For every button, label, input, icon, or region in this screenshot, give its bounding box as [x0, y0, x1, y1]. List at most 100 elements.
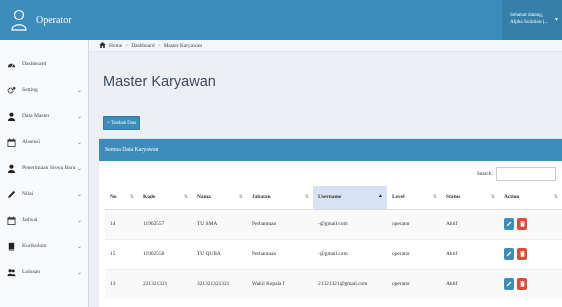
breadcrumb-home[interactable]: Home — [109, 43, 122, 49]
search-box: Search: — [477, 167, 556, 181]
cell-nama: TU SMA — [192, 208, 247, 239]
trash-icon — [519, 251, 525, 257]
sidebar-item-kurikulum[interactable]: Kurikulum ⌄ — [0, 233, 88, 259]
sidebar-item-label: Dashboard — [22, 61, 47, 67]
edit-button[interactable] — [504, 218, 514, 230]
column-header-level[interactable]: Level ⇅ — [387, 186, 441, 210]
sidebar-item-data-master[interactable]: Data Master ⌄ — [0, 103, 88, 129]
cell-nama: 321321321321 — [192, 268, 247, 299]
delete-button[interactable] — [517, 218, 527, 230]
sidebar-item-label: Absensi — [22, 139, 41, 145]
calendar-icon — [7, 137, 16, 147]
delete-button[interactable] — [517, 278, 527, 291]
column-header-username[interactable]: Username ▲ — [313, 186, 387, 210]
breadcrumb: Home > Dashboard > Master Karyawan — [89, 40, 562, 52]
pencil-icon — [506, 251, 512, 257]
sidebar-item-dashboard[interactable]: Dashboard — [0, 51, 88, 77]
sidebar-item-absensi[interactable]: Absensi ⌄ — [0, 129, 88, 155]
cell-status: Aktif — [441, 208, 499, 239]
cell-level: operator — [387, 208, 441, 239]
cell-nama: TU QUBA — [192, 238, 247, 269]
trash-icon — [519, 221, 525, 227]
home-icon — [99, 41, 106, 50]
edit-button[interactable] — [504, 248, 514, 260]
main-content: Home > Dashboard > Master Karyawan Maste… — [89, 40, 562, 307]
app-title: Operator — [36, 14, 72, 26]
sort-icon: ⇅ — [304, 195, 309, 200]
sidebar-item-nilai[interactable]: Nilai ⌄ — [0, 181, 88, 207]
cell-action — [499, 238, 562, 269]
table-row: 15 11902558 TU QUBA Perbantuan -@gmail.c… — [105, 238, 562, 269]
sidebar-item-jadwal[interactable]: Jadwal ⌄ — [0, 207, 88, 233]
top-navbar: Operator Selamat datang, Alpha Solution … — [0, 0, 562, 40]
breadcrumb-current: Master Karyawan — [163, 42, 203, 49]
column-header-action[interactable]: Action ⇅ — [499, 186, 562, 210]
sidebar-item-penerimaan-siswa-baru[interactable]: Penerimaan Siswa Baru ⌄ — [0, 155, 88, 181]
user-icon — [7, 112, 16, 121]
sidebar-item-label: Kurikulum — [22, 243, 47, 249]
breadcrumb-dashboard[interactable]: Dashboard — [131, 43, 154, 49]
cell-kode: 11902558 — [138, 238, 192, 269]
add-data-button[interactable]: + Tambah Data — [103, 116, 141, 130]
edit-button[interactable] — [504, 278, 514, 291]
chevron-down-icon: ⌄ — [76, 191, 82, 198]
cell-kode: 11902557 — [138, 208, 192, 239]
column-header-nama[interactable]: Nama ⇅ — [192, 186, 247, 210]
sort-icon: ⇅ — [183, 195, 188, 200]
sort-icon: ⇅ — [432, 195, 437, 200]
sidebar: Dashboard Setting ⌄ Data Master ⌄ Absens… — [0, 40, 89, 307]
karyawan-table: No ⇅ Kode ⇅ Nama ⇅ Jabatan ⇅ Username ▲ Level… — [105, 186, 562, 299]
cell-kode: 231321321 — [138, 268, 192, 299]
cell-action — [499, 268, 562, 299]
search-label: Search: — [476, 171, 493, 177]
cell-username: 21321321@gmail.com — [313, 268, 387, 299]
cell-jabatan: Perbantuan — [247, 208, 313, 239]
sidebar-item-label: Penerimaan Siswa Baru — [22, 165, 76, 171]
column-header-kode[interactable]: Kode ⇅ — [138, 186, 192, 210]
user-menu[interactable]: Selamat datang, Alpha Solution (... ▼ — [502, 0, 562, 40]
dashboard-icon — [7, 60, 16, 69]
trash-icon — [519, 281, 525, 287]
chevron-down-icon: ⌄ — [76, 269, 82, 276]
book-icon — [7, 242, 16, 251]
brand[interactable]: Operator — [0, 0, 90, 40]
panel-title: Semua Data Karyawan — [99, 139, 562, 161]
table-row: 14 11902557 TU SMA Perbantuan -@gmail.co… — [105, 208, 562, 239]
delete-button[interactable] — [517, 248, 527, 260]
gears-icon — [7, 86, 16, 95]
cell-action — [499, 208, 562, 239]
add-data-label: Tambah Data — [110, 120, 137, 126]
chevron-down-icon: ⌄ — [76, 139, 82, 146]
cell-jabatan: Wakil Kepala I — [247, 268, 313, 299]
cell-level: operator — [387, 268, 441, 299]
sort-icon: ⇅ — [553, 195, 558, 200]
user-icon — [7, 164, 16, 173]
sort-icon: ⇅ — [490, 195, 495, 200]
column-header-jabatan[interactable]: Jabatan ⇅ — [247, 186, 313, 210]
plus-icon: + — [107, 120, 110, 126]
cell-status: Aktif — [441, 268, 499, 299]
pencil-icon — [506, 221, 512, 227]
cell-no: 13 — [105, 268, 138, 299]
cell-no: 15 — [105, 238, 138, 269]
column-header-no[interactable]: No ⇅ — [105, 186, 138, 210]
sidebar-item-label: Jadwal — [22, 217, 38, 223]
sort-icon: ⇅ — [129, 195, 134, 200]
cell-level: operator — [387, 238, 441, 269]
chevron-down-icon: ⌄ — [76, 113, 82, 120]
cell-username: -@gmail.com — [313, 238, 387, 269]
sort-asc-icon: ▲ — [378, 194, 383, 199]
calendar-icon — [7, 215, 16, 225]
sidebar-item-label: Nilai — [22, 191, 34, 197]
column-header-status[interactable]: Status ⇅ — [441, 186, 499, 210]
sort-icon: ⇅ — [238, 195, 243, 200]
sidebar-item-label: Lulusan — [22, 269, 41, 275]
search-input[interactable] — [496, 167, 556, 181]
cell-status: Aktif — [441, 238, 499, 269]
sidebar-item-setting[interactable]: Setting ⌄ — [0, 77, 88, 103]
pencil-icon — [506, 281, 512, 287]
cell-no: 14 — [105, 208, 138, 239]
pencil-icon — [7, 190, 16, 199]
user-logo-icon — [11, 9, 27, 31]
sidebar-item-lulusan[interactable]: Lulusan ⌄ — [0, 259, 88, 285]
